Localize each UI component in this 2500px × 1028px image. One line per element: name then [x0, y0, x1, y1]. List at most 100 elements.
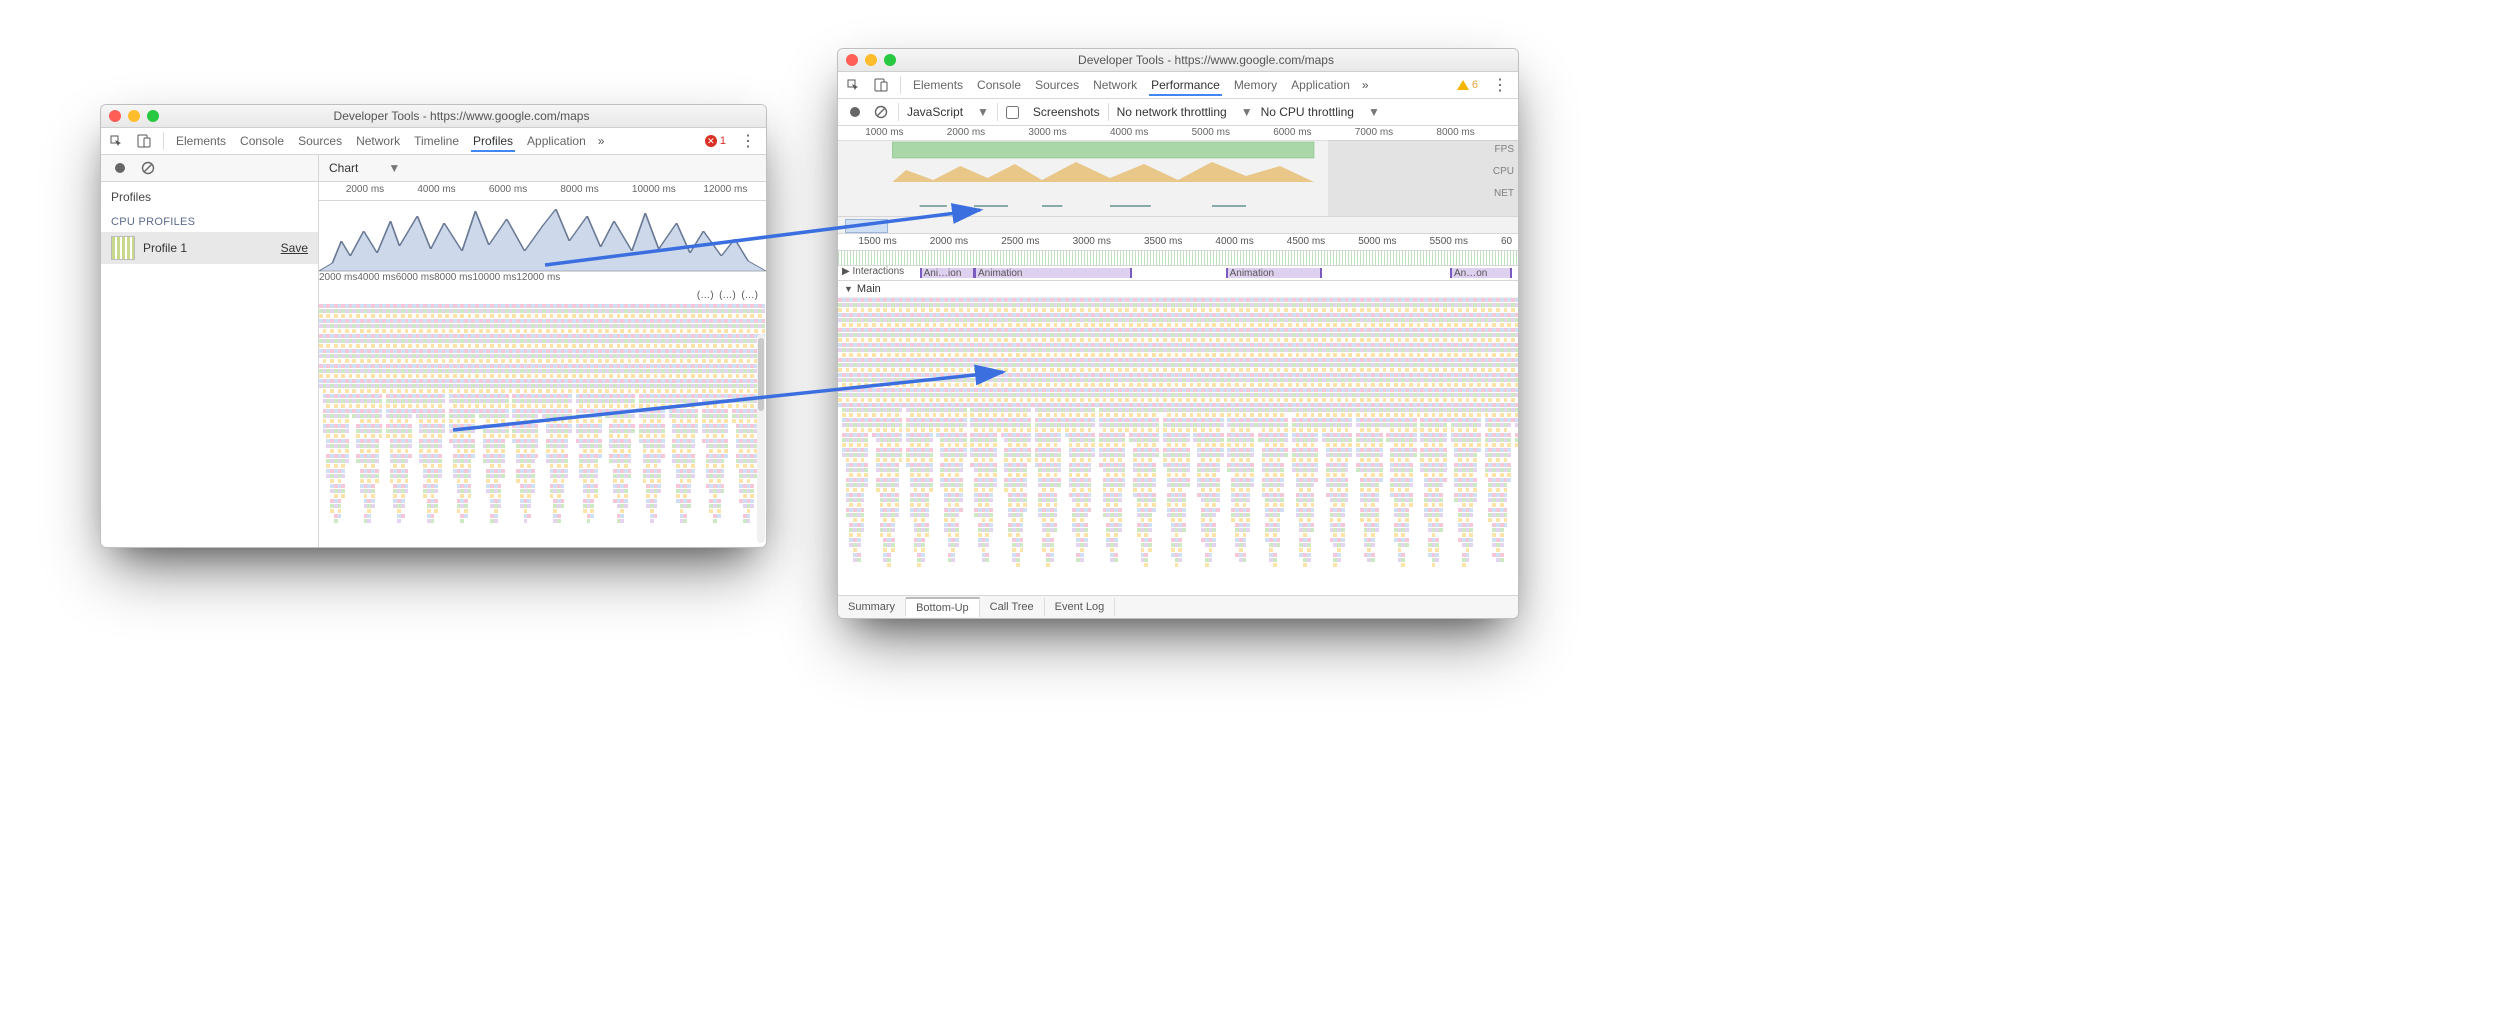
tabs-overflow-icon[interactable]: » — [598, 134, 605, 148]
details-tabs: Summary Bottom-Up Call Tree Event Log — [838, 595, 1518, 618]
devtools-window-new: Developer Tools - https://www.google.com… — [837, 48, 1519, 619]
sidebar-header: Profiles — [101, 182, 318, 212]
sidebar-category: CPU PROFILES — [101, 212, 318, 232]
tab-network[interactable]: Network — [354, 130, 402, 152]
separator — [898, 103, 899, 121]
screenshots-toggle[interactable]: Screenshots — [1006, 105, 1100, 119]
profiles-sidebar: Profiles CPU PROFILES Profile 1 Save — [101, 155, 319, 547]
overview-pane[interactable]: 1000 ms2000 ms3000 ms4000 ms5000 ms6000 … — [838, 126, 1518, 217]
scrollbar-vertical[interactable] — [757, 334, 765, 543]
cpu-throttle-selector[interactable]: No CPU throttling▼ — [1261, 105, 1380, 119]
warning-icon — [1457, 80, 1469, 90]
tab-performance[interactable]: Performance — [1149, 74, 1222, 96]
tab-sources[interactable]: Sources — [296, 130, 344, 152]
separator — [900, 76, 901, 94]
error-icon: ✕ — [705, 135, 717, 147]
language-selector[interactable]: JavaScript▼ — [907, 105, 989, 119]
frame-ruler: 2000 ms4000 ms6000 ms8000 ms10000 ms1200… — [319, 272, 766, 290]
tab-elements[interactable]: Elements — [911, 74, 965, 96]
inspect-icon[interactable] — [844, 76, 862, 94]
tab-memory[interactable]: Memory — [1232, 74, 1279, 96]
tab-profiles[interactable]: Profiles — [471, 130, 515, 152]
warning-count: 6 — [1472, 79, 1478, 91]
frame-ruler: 1500 ms2000 ms2500 ms3000 ms3500 ms4000 … — [838, 234, 1518, 251]
profile-label: Profile 1 — [143, 241, 187, 255]
expand-icon[interactable]: ▶ — [842, 266, 850, 277]
record-icon[interactable] — [846, 103, 864, 121]
close-icon[interactable] — [109, 110, 121, 122]
tab-console[interactable]: Console — [238, 130, 286, 152]
top-row-ellipsis: (…) (…) (…) — [319, 290, 766, 304]
titlebar[interactable]: Developer Tools - https://www.google.com… — [101, 105, 766, 128]
cpu-waveform[interactable] — [319, 201, 766, 272]
separator — [1108, 103, 1109, 121]
animation-segment[interactable]: Animation — [974, 268, 1132, 278]
record-icon[interactable] — [111, 159, 129, 177]
tab-application[interactable]: Application — [525, 130, 588, 152]
screenshots-checkbox[interactable] — [1006, 106, 1019, 119]
device-toggle-icon[interactable] — [135, 132, 153, 150]
tab-bottom-up[interactable]: Bottom-Up — [906, 597, 980, 617]
zoom-scrollbar[interactable] — [838, 217, 1518, 234]
separator — [997, 103, 998, 121]
save-link[interactable]: Save — [281, 241, 308, 255]
animation-segment[interactable]: An…on — [1450, 268, 1512, 278]
overview-dim — [1328, 140, 1518, 216]
tab-application[interactable]: Application — [1289, 74, 1352, 96]
profile-icon — [111, 236, 135, 260]
warning-badge[interactable]: 6 — [1457, 79, 1478, 91]
separator — [163, 132, 164, 150]
profile-item[interactable]: Profile 1 Save — [101, 232, 318, 264]
tab-event-log[interactable]: Event Log — [1045, 598, 1116, 616]
clear-icon[interactable] — [872, 103, 890, 121]
devtools-window-old: Developer Tools - https://www.google.com… — [100, 104, 767, 548]
titlebar[interactable]: Developer Tools - https://www.google.com… — [838, 49, 1518, 72]
maximize-icon[interactable] — [884, 54, 896, 66]
tab-elements[interactable]: Elements — [174, 130, 228, 152]
animation-segment[interactable]: Ani…ion — [920, 268, 976, 278]
tab-summary[interactable]: Summary — [838, 598, 906, 616]
device-toggle-icon[interactable] — [872, 76, 890, 94]
inspect-icon[interactable] — [107, 132, 125, 150]
tab-console[interactable]: Console — [975, 74, 1023, 96]
window-title: Developer Tools - https://www.google.com… — [902, 53, 1510, 67]
comparison-stage: Developer Tools - https://www.google.com… — [30, 30, 2470, 998]
flame-chart[interactable] — [319, 304, 766, 547]
top-tabs: Elements Console Sources Network Timelin… — [101, 128, 766, 155]
perf-toolbar: JavaScript▼ Screenshots No network throt… — [838, 99, 1518, 126]
overview-ruler: 2000 ms4000 ms6000 ms8000 ms10000 ms1200… — [319, 182, 766, 201]
tab-network[interactable]: Network — [1091, 74, 1139, 96]
main-track-header[interactable]: ▼ Main — [838, 281, 1518, 298]
view-selector[interactable]: Chart — [329, 161, 358, 175]
window-title: Developer Tools - https://www.google.com… — [165, 109, 758, 123]
error-count: 1 — [720, 135, 726, 147]
tabs-overflow-icon[interactable]: » — [1362, 78, 1369, 92]
menu-kebab-icon[interactable]: ⋮ — [1488, 75, 1512, 95]
chevron-down-icon: ▼ — [977, 105, 989, 119]
overview-ruler: 1000 ms2000 ms3000 ms4000 ms5000 ms6000 … — [838, 126, 1518, 141]
tab-sources[interactable]: Sources — [1033, 74, 1081, 96]
tab-timeline[interactable]: Timeline — [412, 130, 461, 152]
main-flame-chart[interactable] — [838, 298, 1518, 595]
network-throttle-selector[interactable]: No network throttling▼ — [1117, 105, 1253, 119]
error-badge[interactable]: ✕ 1 — [705, 135, 726, 147]
minimize-icon[interactable] — [128, 110, 140, 122]
animation-segment[interactable]: Animation — [1226, 268, 1322, 278]
chevron-down-icon[interactable]: ▼ — [388, 161, 400, 175]
top-tabs: Elements Console Sources Network Perform… — [838, 72, 1518, 99]
clear-icon[interactable] — [139, 159, 157, 177]
menu-kebab-icon[interactable]: ⋮ — [736, 131, 760, 151]
zoom-thumb[interactable] — [845, 219, 888, 233]
profile-main: Chart ▼ 2000 ms4000 ms6000 ms8000 ms1000… — [319, 155, 766, 547]
chevron-down-icon: ▼ — [1368, 105, 1380, 119]
minimize-icon[interactable] — [865, 54, 877, 66]
tab-call-tree[interactable]: Call Tree — [980, 598, 1045, 616]
close-icon[interactable] — [846, 54, 858, 66]
interactions-label: Interactions — [852, 266, 904, 277]
collapse-icon[interactable]: ▼ — [844, 284, 853, 294]
main-label: Main — [857, 283, 881, 295]
frames-track[interactable] — [838, 251, 1518, 266]
chevron-down-icon: ▼ — [1241, 105, 1253, 119]
interactions-track[interactable]: ▶ Interactions Ani…ionAnimationAnimation… — [838, 266, 1518, 281]
maximize-icon[interactable] — [147, 110, 159, 122]
